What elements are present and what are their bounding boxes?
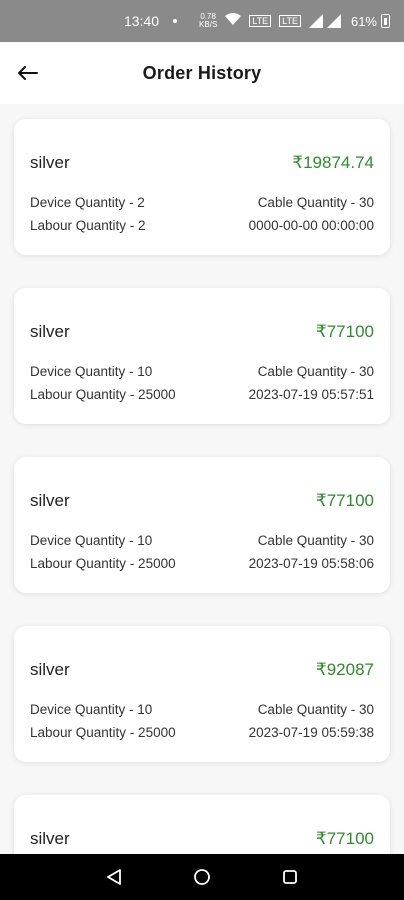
- data-speed-indicator: 0.78 KB/S: [199, 13, 217, 29]
- labour-quantity: Labour Quantity - 25000: [30, 556, 176, 571]
- order-date: 2023-07-19 05:57:51: [248, 387, 374, 402]
- order-price: ₹77100: [315, 491, 374, 510]
- order-price: ₹77100: [315, 829, 374, 848]
- square-recents-icon: [283, 870, 297, 884]
- order-price: ₹92087: [315, 660, 374, 679]
- device-quantity: Device Quantity - 10: [30, 533, 153, 548]
- labour-quantity: Labour Quantity - 25000: [30, 387, 176, 402]
- nav-home-button[interactable]: [187, 862, 217, 892]
- page-title: Order History: [142, 62, 262, 83]
- wifi-icon: [225, 13, 242, 29]
- order-card[interactable]: silver ₹77100 Device Quantity - 10 Cable…: [14, 288, 390, 424]
- labour-quantity: Labour Quantity - 2: [30, 218, 146, 233]
- circle-home-icon: [194, 869, 210, 885]
- volte-icon-2: LTE: [279, 15, 301, 27]
- nav-back-button[interactable]: [99, 862, 129, 892]
- status-time: 13:40: [124, 13, 160, 29]
- order-list[interactable]: silver ₹19874.74 Device Quantity - 2 Cab…: [0, 104, 404, 854]
- order-card[interactable]: silver ₹77100: [14, 795, 390, 854]
- volte-icon: LTE: [249, 15, 272, 27]
- nav-recents-button[interactable]: [275, 862, 305, 892]
- labour-quantity: Labour Quantity - 25000: [30, 725, 176, 740]
- order-date: 0000-00-00 00:00:00: [248, 218, 374, 233]
- back-button[interactable]: [12, 58, 42, 88]
- product-name: silver: [30, 660, 70, 679]
- battery-icon: [381, 14, 390, 28]
- data-speed-unit: KB/S: [199, 20, 218, 29]
- cable-quantity: Cable Quantity - 30: [257, 533, 374, 548]
- cable-quantity: Cable Quantity - 30: [257, 364, 374, 379]
- signal-icon-2: [326, 14, 341, 28]
- system-nav-bar: [0, 854, 404, 900]
- product-name: silver: [30, 829, 70, 848]
- signal-icon: [308, 14, 323, 28]
- device-quantity: Device Quantity - 2: [30, 195, 145, 210]
- order-date: 2023-07-19 05:58:06: [248, 556, 374, 571]
- device-quantity: Device Quantity - 10: [30, 702, 153, 717]
- cable-quantity: Cable Quantity - 30: [257, 195, 374, 210]
- order-price: ₹19874.74: [292, 153, 374, 172]
- order-card[interactable]: silver ₹19874.74 Device Quantity - 2 Cab…: [14, 119, 390, 255]
- order-card[interactable]: silver ₹92087 Device Quantity - 10 Cable…: [14, 626, 390, 762]
- battery-percent: 61%: [350, 13, 377, 29]
- triangle-back-icon: [107, 869, 121, 885]
- cable-quantity: Cable Quantity - 30: [257, 702, 374, 717]
- order-date: 2023-07-19 05:59:38: [248, 725, 374, 740]
- status-bar: 13:40 0.78 KB/S LTE LTE 61%: [0, 0, 404, 42]
- arrow-left-icon: [18, 66, 38, 80]
- order-card[interactable]: silver ₹77100 Device Quantity - 10 Cable…: [14, 457, 390, 593]
- product-name: silver: [30, 491, 70, 510]
- order-price: ₹77100: [315, 322, 374, 341]
- notification-dot-icon: [173, 19, 178, 23]
- product-name: silver: [30, 153, 70, 172]
- app-bar: Order History: [0, 42, 404, 104]
- product-name: silver: [30, 322, 70, 341]
- device-quantity: Device Quantity - 10: [30, 364, 153, 379]
